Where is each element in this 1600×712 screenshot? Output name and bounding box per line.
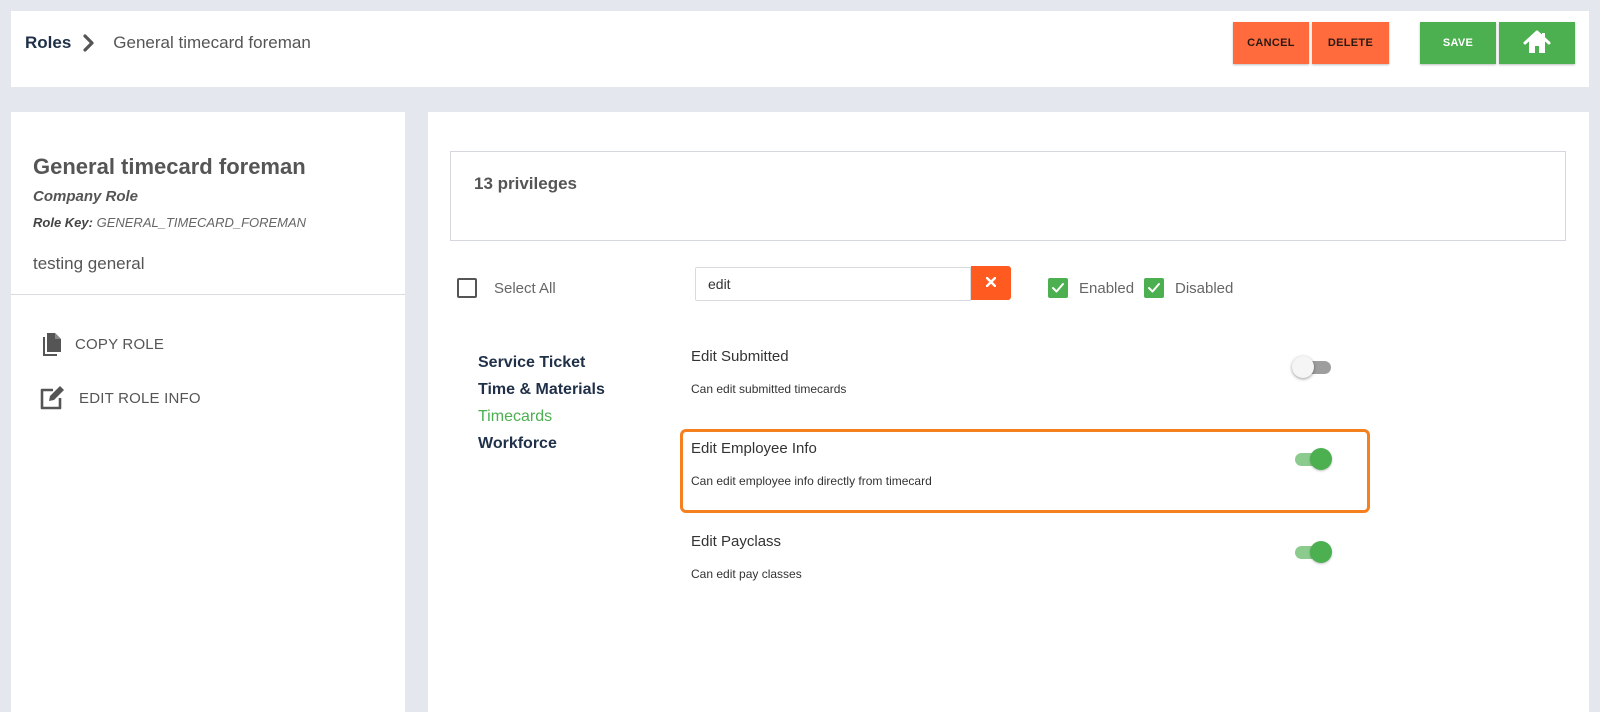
privilege-toggle[interactable] <box>1292 356 1332 378</box>
privilege-name: Edit Submitted <box>691 348 789 365</box>
breadcrumb: Roles General timecard foreman <box>25 33 311 53</box>
clear-search-button[interactable] <box>971 266 1011 300</box>
copy-role-button[interactable]: COPY ROLE <box>39 331 164 357</box>
privilege-description: Can edit pay classes <box>691 567 802 581</box>
privilege-description: Can edit submitted timecards <box>691 382 847 396</box>
role-key: Role Key: GENERAL_TIMECARD_FOREMAN <box>33 215 306 230</box>
filter-disabled-label: Disabled <box>1175 279 1234 297</box>
save-button[interactable]: SAVE <box>1420 22 1496 64</box>
divider <box>11 294 405 295</box>
edit-role-info-label: EDIT ROLE INFO <box>79 389 201 407</box>
privilege-toggle[interactable] <box>1292 541 1332 563</box>
home-button[interactable] <box>1499 22 1575 64</box>
category-timecards[interactable]: Timecards <box>478 408 552 426</box>
filter-enabled-label: Enabled <box>1079 279 1135 297</box>
category-service-ticket[interactable]: Service Ticket <box>478 354 585 372</box>
role-description: testing general <box>33 254 145 273</box>
role-title: General timecard foreman <box>33 154 306 179</box>
privilege-row-edit-payclass: Edit Payclass Can edit pay classes <box>691 527 1371 607</box>
privilege-search-input[interactable] <box>695 267 971 301</box>
breadcrumb-roles-link[interactable]: Roles <box>25 33 71 53</box>
home-icon <box>1523 30 1551 57</box>
role-info-panel: General timecard foreman Company Role Ro… <box>11 112 405 712</box>
highlight-box <box>680 429 1370 513</box>
role-type: Company Role <box>33 188 139 205</box>
role-key-label: Role Key: <box>33 215 93 230</box>
chevron-right-icon <box>83 33 99 53</box>
select-all-checkbox[interactable]: Select All <box>457 278 556 298</box>
filter-enabled-checkbox[interactable]: Enabled <box>1048 278 1134 298</box>
select-all-label: Select All <box>494 279 556 297</box>
privilege-count: 13 privileges <box>474 174 578 193</box>
toggle-knob <box>1310 541 1332 563</box>
privileges-panel: 13 privileges Select All Enabled Disable… <box>428 112 1589 712</box>
copy-icon <box>39 331 65 357</box>
edit-role-info-button[interactable]: EDIT ROLE INFO <box>39 385 201 411</box>
delete-button[interactable]: DELETE <box>1312 22 1389 64</box>
role-key-value: GENERAL_TIMECARD_FOREMAN <box>96 215 307 230</box>
close-icon <box>985 274 997 292</box>
breadcrumb-current: General timecard foreman <box>113 33 311 52</box>
copy-role-label: COPY ROLE <box>75 335 165 353</box>
filter-disabled-checkbox[interactable]: Disabled <box>1144 278 1233 298</box>
category-time-materials[interactable]: Time & Materials <box>478 381 605 399</box>
edit-icon <box>39 385 65 411</box>
checkbox-unchecked-icon <box>457 278 477 298</box>
toggle-knob <box>1292 356 1314 378</box>
privilege-name: Edit Payclass <box>691 533 782 550</box>
category-workforce[interactable]: Workforce <box>478 435 557 453</box>
checkmark-icon <box>1144 278 1164 298</box>
cancel-button[interactable]: CANCEL <box>1233 22 1309 64</box>
privilege-summary-box: 13 privileges <box>450 151 1566 241</box>
header-bar: Roles General timecard foreman CANCEL DE… <box>11 11 1589 87</box>
privilege-row-edit-submitted: Edit Submitted Can edit submitted timeca… <box>691 342 1371 422</box>
checkmark-icon <box>1048 278 1068 298</box>
